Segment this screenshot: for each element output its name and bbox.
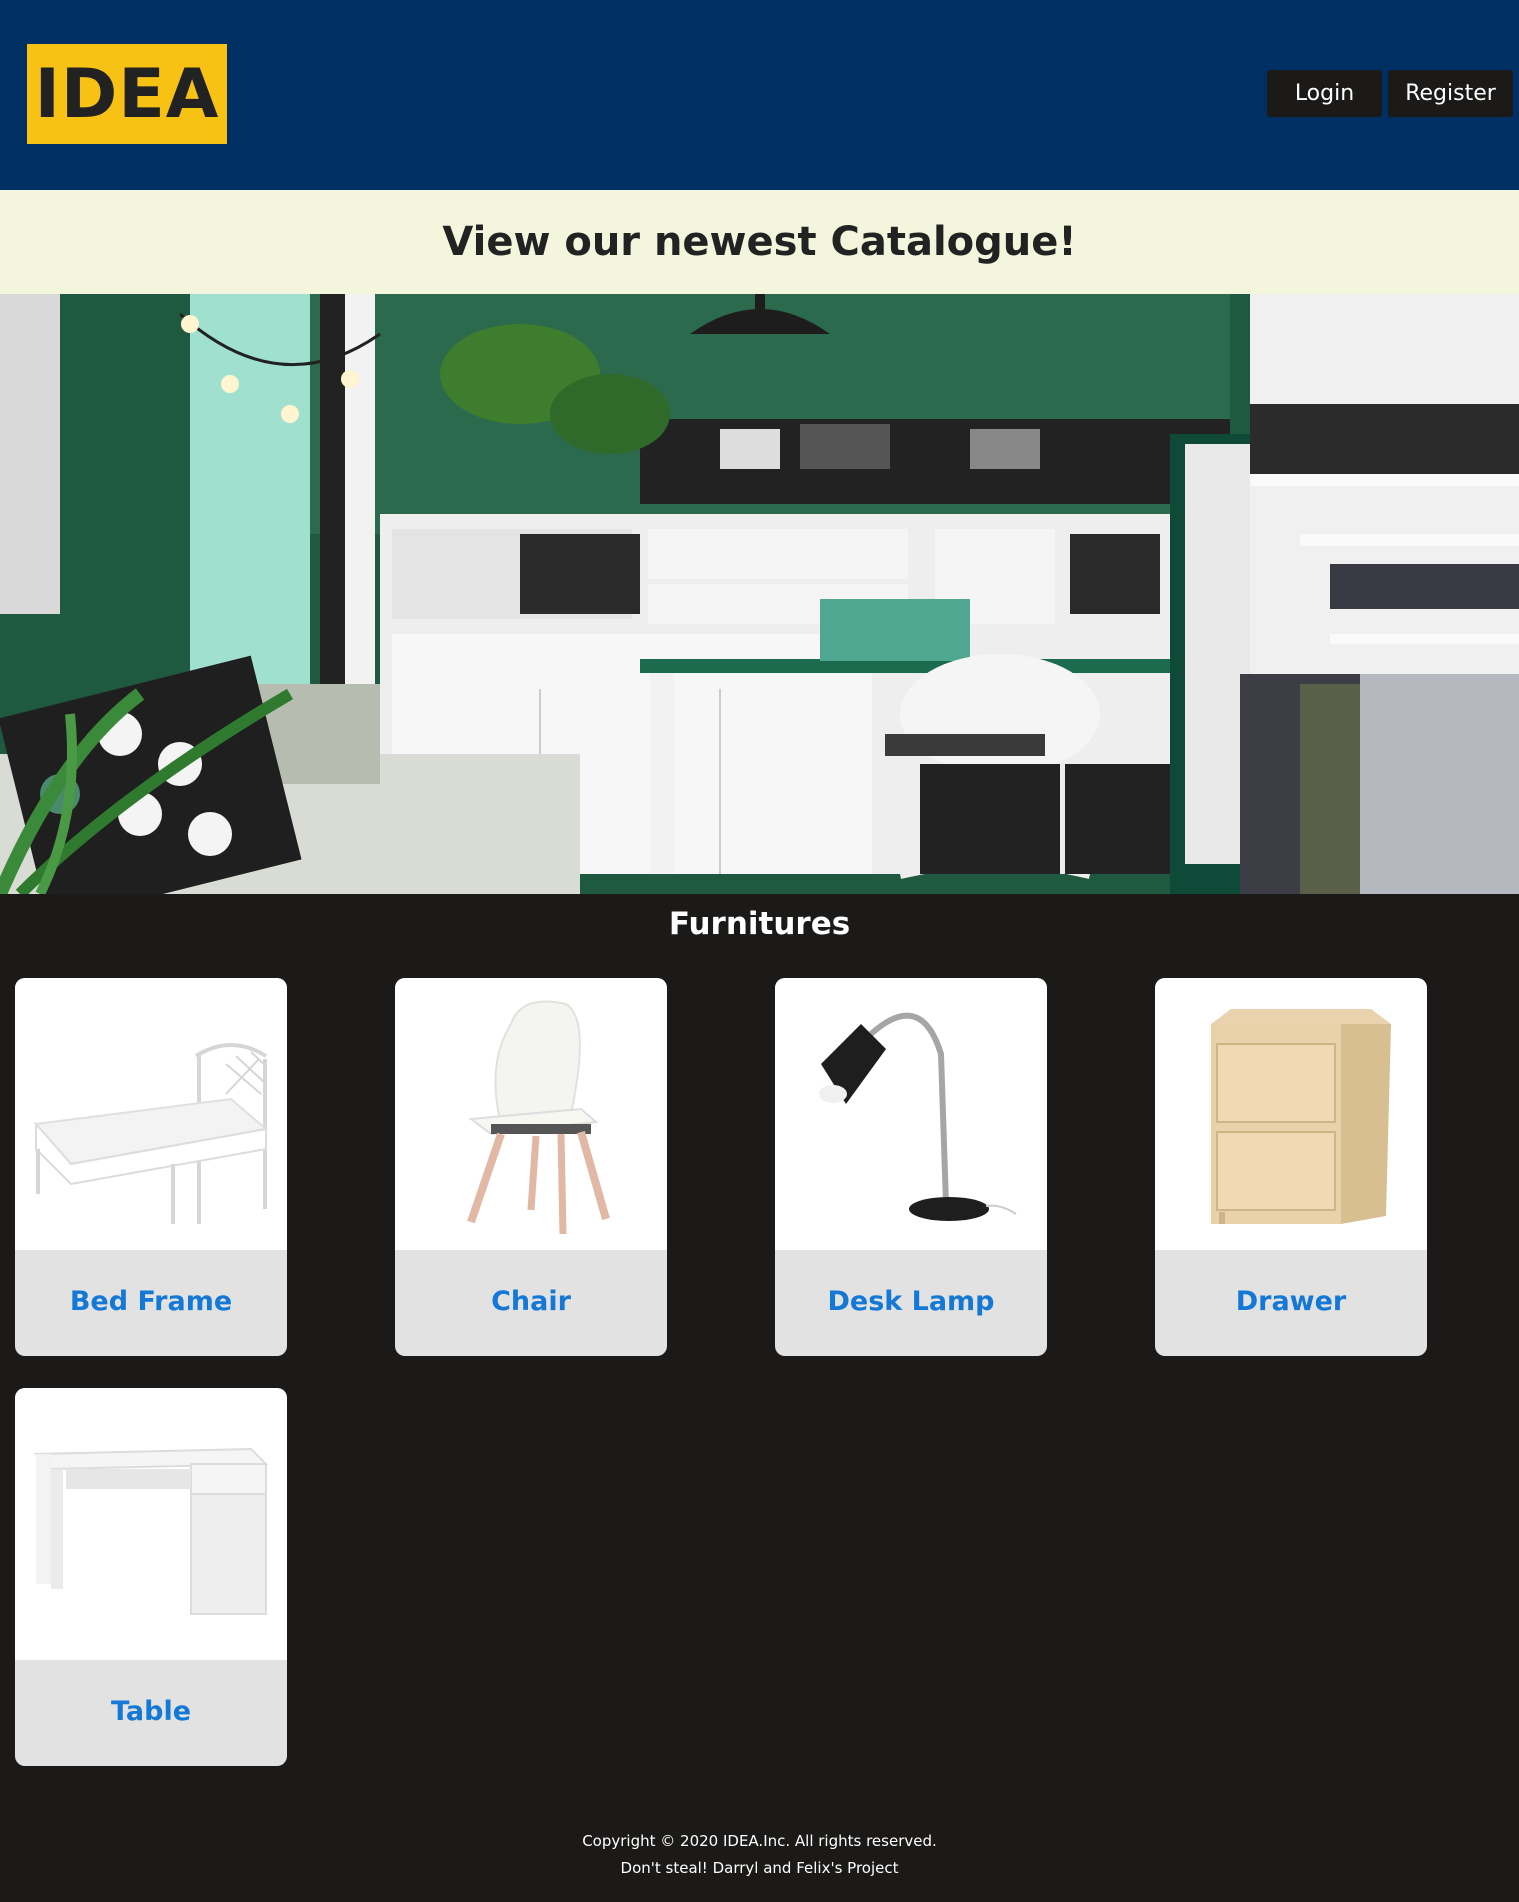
idea-logo[interactable]: IDEA [27, 44, 227, 144]
catalogue-hero-image[interactable] [0, 294, 1519, 894]
product-label-desk-lamp[interactable]: Desk Lamp [775, 1250, 1047, 1356]
logo-text: IDEA [34, 54, 220, 134]
product-label-bed-frame[interactable]: Bed Frame [15, 1250, 287, 1356]
product-label-chair[interactable]: Chair [395, 1250, 667, 1356]
bed-frame-image[interactable] [15, 978, 287, 1250]
desk-lamp-icon [819, 1012, 1017, 1221]
product-label-drawer[interactable]: Drawer [1155, 1250, 1427, 1356]
furnitures-heading: Furnitures [668, 906, 851, 942]
product-card-bed-frame[interactable]: Bed Frame [15, 978, 287, 1356]
product-label-table[interactable]: Table [15, 1660, 287, 1766]
chair-icon [467, 1000, 610, 1234]
catalogue-banner-title: View our newest Catalogue! [442, 219, 1077, 265]
drawer-icon [1211, 1009, 1391, 1224]
drawer-image[interactable] [1155, 978, 1427, 1250]
site-footer: Copyright © 2020 IDEA.Inc. All rights re… [0, 1828, 1519, 1882]
table-icon [33, 1447, 269, 1615]
copyright-text: Copyright © 2020 IDEA.Inc. All rights re… [582, 1832, 937, 1850]
product-card-desk-lamp[interactable]: Desk Lamp [775, 978, 1047, 1356]
desk-lamp-image[interactable] [775, 978, 1047, 1250]
catalogue-banner[interactable]: View our newest Catalogue! [0, 190, 1519, 294]
product-card-chair[interactable]: Chair [395, 978, 667, 1356]
table-image[interactable] [15, 1388, 287, 1660]
register-button[interactable]: Register [1388, 70, 1513, 117]
site-header: IDEA Login Register [0, 0, 1519, 190]
footer-note: Don't steal! Darryl and Felix's Project [620, 1859, 899, 1877]
room-photo-illustration [0, 294, 1519, 894]
product-card-table[interactable]: Table [15, 1388, 287, 1766]
auth-buttons: Login Register [1267, 70, 1513, 117]
chair-image[interactable] [395, 978, 667, 1250]
login-button[interactable]: Login [1267, 70, 1382, 117]
bed-frame-icon [34, 1043, 269, 1224]
product-card-drawer[interactable]: Drawer [1155, 978, 1427, 1356]
product-grid: Bed Frame Chair Desk Lamp Drawer Table [0, 978, 1519, 1834]
